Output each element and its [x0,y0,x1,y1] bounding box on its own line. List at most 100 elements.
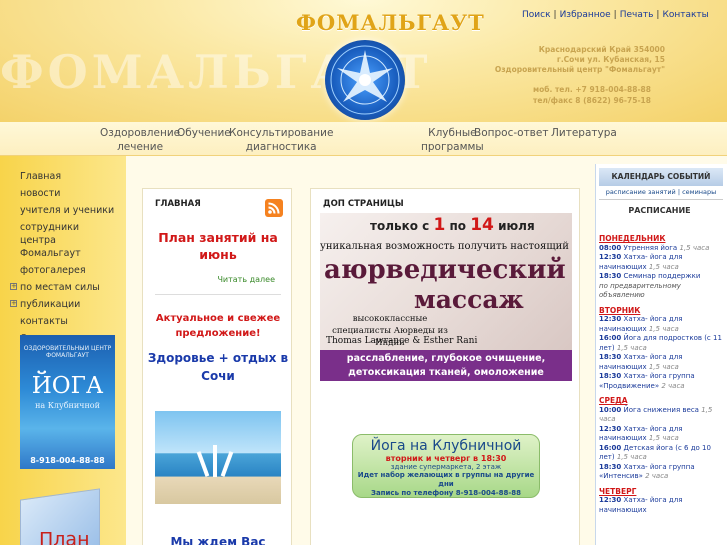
ayur-date-num: 1 [433,215,446,235]
event-duration: 1,5 часа [648,262,679,271]
schedule-event[interactable]: 16:00 Йога для подростков (с 11 лет) 1,5… [599,334,723,353]
main-column: ГЛАВНАЯ План занятий на июнь Читать дале… [142,188,292,545]
klub-schedule: вторник и четверг в 18:30 [385,454,507,463]
banner-phone: 8-918-004-88-88 [30,456,105,465]
calendar-tabs: расписание занятий | семинары [599,188,723,200]
event-title: Йога снижения веса [623,405,699,414]
print-link[interactable]: Печать [620,10,654,20]
schedule-event[interactable]: 08:00 Утренняя йога 1,5 часа [599,244,723,254]
read-more-link[interactable]: Читать далее [217,275,275,284]
ayur-dates: только с 1 по 14 июля [370,215,535,235]
event-time: 12:30 [599,496,622,504]
event-duration: 1,5 часа [616,343,647,352]
klub-extra-line: Запись по телефону 8-918-004-88-88 [370,489,521,497]
schedule-event[interactable]: 12:30 Хатха- йога для начинающих [599,496,723,515]
schedule-event[interactable]: 12:30 Хатха- йога для начинающих 1,5 час… [599,253,723,272]
day-heading[interactable]: ПОНЕДЕЛЬНИК [599,234,723,244]
sidebar-item-contacts[interactable]: контакты [10,313,114,330]
nav-label: Обучение [177,127,231,139]
event-time: 18:30 [599,372,622,380]
event-duration: 2 часа [661,381,685,390]
phone-line: моб. тел. +7 918-004-88-88 [532,85,651,94]
brand-title[interactable]: ФОМАЛЬГАУТ [296,10,485,35]
nav-label: Оздоровление [100,127,181,139]
event-duration: 1,5 часа [648,324,679,333]
schedule-event[interactable]: 18:30 Хатха- йога группа «Интенсив» 2 ча… [599,463,723,482]
ayur-subtitle: уникальная возможность получить настоящи… [320,241,569,252]
event-time: 12:30 [599,424,622,433]
top-links: Поиск | Избранное | Печать | Контакты [522,10,709,20]
klub-extra-line: Идет набор желающих в группы на другие д… [357,471,535,488]
klub-location: здание супермаркета, 2 этаж [390,463,502,471]
rss-icon[interactable] [265,199,283,217]
schedule-event[interactable]: 12:30 Хатха- йога для начинающих 1,5 час… [599,425,723,444]
event-time: 12:30 [599,315,622,323]
schedule-event[interactable]: 18:30 Хатха- йога группа «Продвижение» 2… [599,372,723,391]
nav-item-health[interactable]: Оздоровление лечение [100,126,180,154]
logo-star-icon[interactable] [325,40,405,120]
plan-doc-label: План [39,528,90,545]
sidebar-item-gallery[interactable]: фотогалерея [10,262,114,279]
plan-document-icon[interactable]: План [20,488,100,545]
klub-title: Йога на Клубничной [370,438,522,454]
welcome-text: Мы ждем Вас [170,535,266,545]
plan-title-link[interactable]: План занятий на июнь [143,229,293,263]
calendar-heading: КАЛЕНДАРЬ СОБЫТИЙ [599,168,723,186]
schedule-event[interactable]: 10:00 Йога снижения веса 1,5 часа [599,406,723,425]
sidebar: Главная новости учителя и ученики сотруд… [0,156,126,545]
nav-label: лечение [117,141,164,153]
event-time: 18:30 [599,272,622,280]
schedule-event[interactable]: 12:30 Хатха- йога для начинающих 1,5 час… [599,315,723,334]
event-duration: 1,5 часа [679,243,710,252]
day-heading[interactable]: ВТОРНИК [599,306,723,316]
address-line: Краснодарский Край 354000 [538,45,665,54]
divider [155,294,281,295]
yoga-beach-photo[interactable] [155,411,281,504]
sidebar-item-news[interactable]: новости [10,185,114,202]
search-link[interactable]: Поиск [522,10,551,20]
ayur-date-text: только с [370,219,430,233]
main-nav: Оздоровление лечение Обучение Консультир… [0,122,727,156]
nav-item-consulting[interactable]: Консультирование диагностика [229,126,333,154]
nav-label: Вопрос-ответ [474,127,549,139]
expand-icon[interactable]: + [10,283,17,290]
yoga-klubnichnaya-banner[interactable]: Йога на Клубничной вторник и четверг в 1… [352,434,540,498]
schedule-subheading: РАСПИСАНИЕ [628,206,691,215]
schedule-list: ПОНЕДЕЛЬНИК 08:00 Утренняя йога 1,5 часа… [599,234,723,515]
day-heading[interactable]: СРЕДА [599,396,723,406]
side-menu: Главная новости учителя и ученики сотруд… [10,168,114,347]
nav-item-literature[interactable]: Литература [551,126,617,140]
sidebar-item-staff[interactable]: сотрудники центра Фомальгаут [10,219,110,262]
banner-title: ЙОГА [31,373,104,399]
schedule-event[interactable]: 18:30 Семинар поддержки по предварительно… [599,272,723,301]
contacts-link[interactable]: Контакты [662,10,708,20]
phone-line: тел/факс 8 (8622) 96-75-18 [532,96,651,105]
yoga-banner[interactable]: ОЗДОРОВИТЕЛЬНЫЙ ЦЕНТР ФОМАЛЬГАУТ ЙОГА на… [20,335,115,469]
health-link[interactable]: Здоровье + отдых в Сочи [143,349,293,385]
nav-label: Консультирование [229,127,334,139]
header: ФОМАЛЬГАУТ ФОМАЛЬГАУТ Поиск | Избранное | … [0,0,727,122]
sidebar-item-home[interactable]: Главная [10,168,114,185]
nav-item-faq[interactable]: Вопрос-ответ [474,126,548,140]
sidebar-item-places[interactable]: + по местам силы [10,279,114,296]
schedule-event[interactable]: 16:00 Детская йога (с 6 до 10 лет) 1,5 ч… [599,444,723,463]
schedule-event[interactable]: 18:30 Хатха- йога для начинающих 1,5 час… [599,353,723,372]
ayur-benefits-band: расслабление, глубокое очищение, детокси… [320,350,572,381]
phones: моб. тел. +7 918-004-88-88 тел/факс 8 (8… [533,84,651,106]
nav-item-training[interactable]: Обучение [177,126,231,140]
expand-icon[interactable]: + [10,300,17,307]
day-heading[interactable]: ЧЕТВЕРГ [599,487,723,497]
ayur-names: Thomas Lawrance & Esther Rani [326,336,478,346]
event-time: 18:30 [599,353,622,361]
event-title: Утренняя йога [623,243,678,252]
sidebar-item-publications[interactable]: + публикации [10,296,114,313]
tab-seminars[interactable]: семинары [682,188,716,196]
tab-schedule[interactable]: расписание занятий [606,188,676,196]
ayur-benefit-line: расслабление, глубокое очищение, [346,353,546,364]
ayur-title-2: массаж [414,285,524,314]
ayurveda-banner[interactable]: только с 1 по 14 июля уникальная возможн… [320,213,572,381]
address-line: Оздоровительный центр "Фомальгаут" [494,65,665,74]
favorites-link[interactable]: Избранное [560,10,611,20]
banner-top-text: ОЗДОРОВИТЕЛЬНЫЙ ЦЕНТР ФОМАЛЬГАУТ [23,345,112,359]
sidebar-item-teachers[interactable]: учителя и ученики [10,202,114,219]
